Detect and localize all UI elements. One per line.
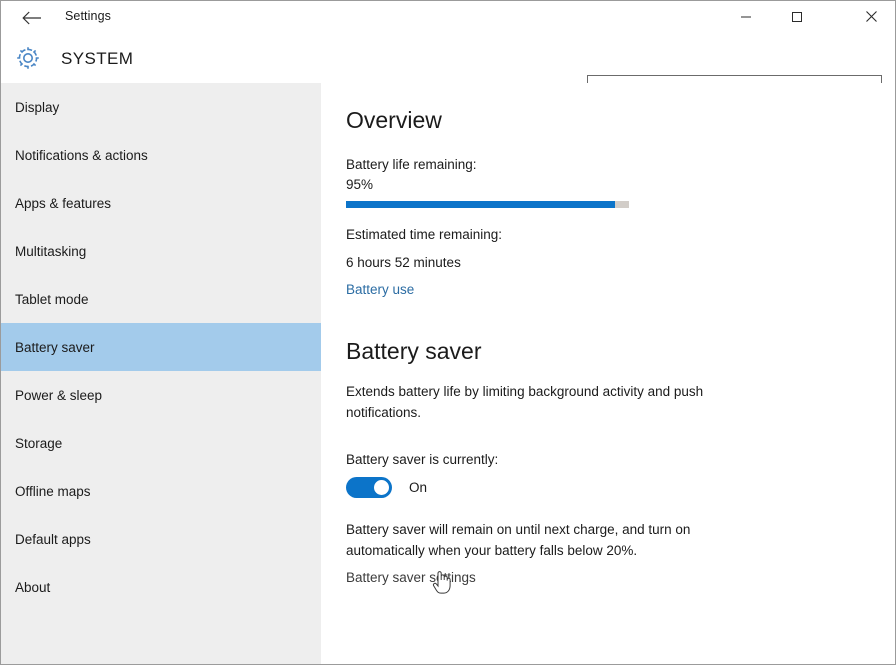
sidebar-item-label: Multitasking — [15, 244, 86, 259]
sidebar-item-label: Apps & features — [15, 196, 111, 211]
sidebar-item-about[interactable]: About — [1, 563, 321, 611]
sidebar-item-label: Battery saver — [15, 340, 95, 355]
sidebar-item-label: Storage — [15, 436, 62, 451]
settings-sidebar: Display Notifications & actions Apps & f… — [1, 83, 321, 664]
overview-heading: Overview — [346, 107, 442, 134]
sidebar-item-apps-features[interactable]: Apps & features — [1, 179, 321, 227]
sidebar-item-label: Notifications & actions — [15, 148, 148, 163]
settings-window: Settings SY — [0, 0, 896, 665]
sidebar-item-notifications-actions[interactable]: Notifications & actions — [1, 131, 321, 179]
sidebar-item-default-apps[interactable]: Default apps — [1, 515, 321, 563]
sidebar-item-label: Display — [15, 100, 59, 115]
sidebar-item-label: Power & sleep — [15, 388, 102, 403]
battery-saver-note: Battery saver will remain on until next … — [346, 519, 756, 561]
battery-life-value: 95% — [346, 175, 373, 195]
estimated-time-value: 6 hours 52 minutes — [346, 253, 461, 273]
battery-saver-state-label: Battery saver is currently: — [346, 452, 498, 467]
back-arrow-icon[interactable] — [17, 7, 47, 29]
battery-saver-toggle-row: On — [346, 477, 427, 498]
sidebar-item-label: Offline maps — [15, 484, 91, 499]
maximize-icon — [791, 11, 803, 23]
sidebar-item-power-sleep[interactable]: Power & sleep — [1, 371, 321, 419]
maximize-button[interactable] — [774, 1, 820, 32]
battery-saver-description: Extends battery life by limiting backgro… — [346, 381, 756, 423]
sidebar-item-multitasking[interactable]: Multitasking — [1, 227, 321, 275]
battery-saver-settings-link[interactable]: Battery saver settings — [346, 570, 476, 585]
battery-use-link[interactable]: Battery use — [346, 282, 414, 297]
battery-saver-toggle-label: On — [409, 480, 427, 495]
minimize-icon — [740, 11, 752, 23]
sidebar-item-offline-maps[interactable]: Offline maps — [1, 467, 321, 515]
battery-saver-toggle[interactable] — [346, 477, 392, 498]
gear-icon — [14, 44, 42, 72]
battery-progress-bar — [346, 201, 629, 208]
settings-content: Overview Battery life remaining: 95% Est… — [321, 83, 895, 664]
toggle-knob — [374, 480, 389, 495]
estimated-time-label: Estimated time remaining: — [346, 225, 502, 245]
sidebar-item-label: About — [15, 580, 50, 595]
sidebar-item-display[interactable]: Display — [1, 83, 321, 131]
minimize-button[interactable] — [723, 1, 769, 32]
close-icon — [865, 10, 878, 23]
battery-saver-heading: Battery saver — [346, 338, 482, 365]
sidebar-item-label: Tablet mode — [15, 292, 89, 307]
page-title: SYSTEM — [61, 49, 133, 69]
gear-glyph — [14, 44, 42, 72]
battery-life-label: Battery life remaining: — [346, 155, 477, 175]
sidebar-item-battery-saver[interactable]: Battery saver — [1, 323, 321, 371]
sidebar-item-tablet-mode[interactable]: Tablet mode — [1, 275, 321, 323]
close-button[interactable] — [848, 1, 894, 32]
body-area: Display Notifications & actions Apps & f… — [1, 83, 895, 664]
sidebar-item-storage[interactable]: Storage — [1, 419, 321, 467]
sidebar-item-label: Default apps — [15, 532, 91, 547]
title-bar: Settings — [1, 1, 895, 33]
settings-header: SYSTEM — [1, 33, 895, 83]
battery-progress-fill — [346, 201, 615, 208]
window-title: Settings — [65, 9, 111, 23]
back-arrow-glyph — [22, 11, 42, 25]
